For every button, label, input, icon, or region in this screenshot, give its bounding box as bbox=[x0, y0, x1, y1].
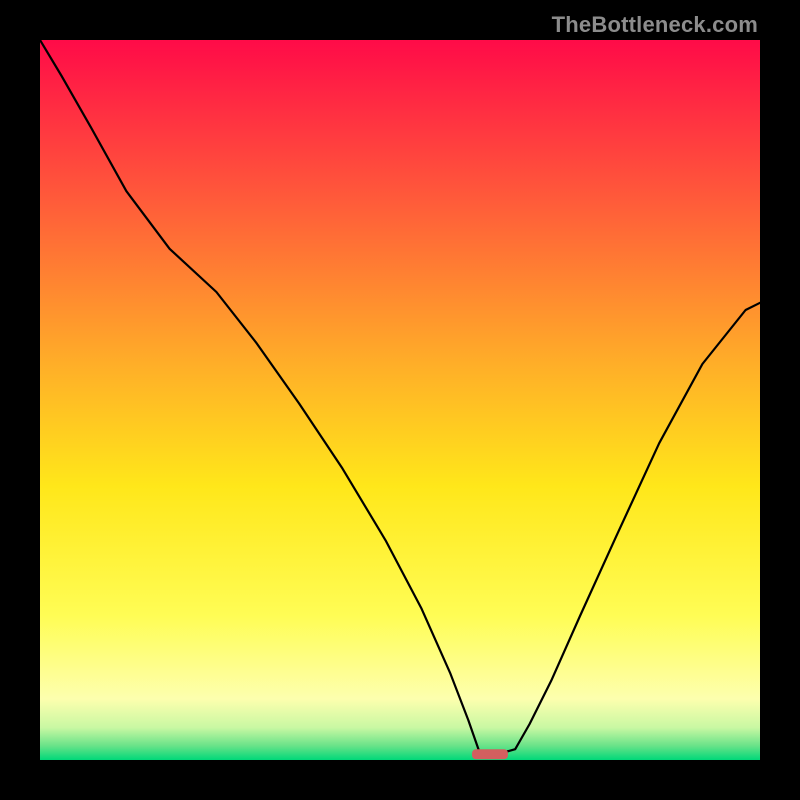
gradient-background bbox=[40, 40, 760, 760]
watermark-text: TheBottleneck.com bbox=[552, 12, 758, 38]
plot-area bbox=[40, 40, 760, 760]
chart-canvas bbox=[40, 40, 760, 760]
optimal-marker bbox=[472, 749, 508, 759]
chart-frame: TheBottleneck.com bbox=[0, 0, 800, 800]
